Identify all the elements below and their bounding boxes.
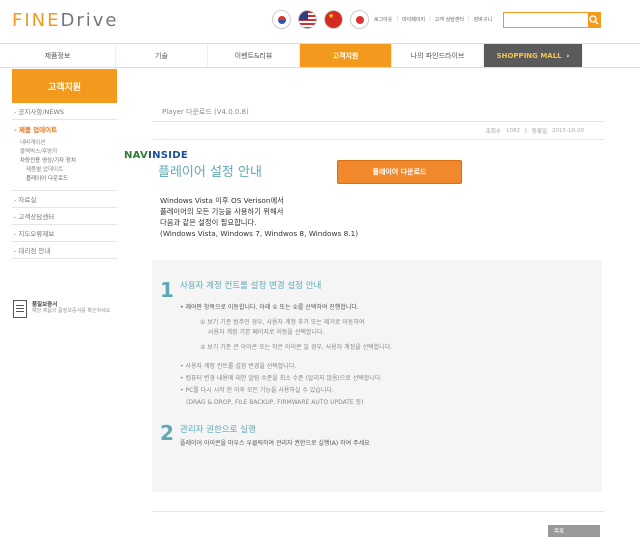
sidebar-sub-product-update[interactable]: 제품별 업데이트 xyxy=(12,166,117,175)
step2-line: 플레이어 아이콘을 마우스 우클릭하여 관리자 권한으로 실행(A) 하여 주세… xyxy=(180,440,370,447)
top-links: 로그아웃 | 마이페이지 | 고객 상담센터 | 장바구니 xyxy=(374,16,492,23)
shopping-mall-button[interactable]: SHOPPING MALL › xyxy=(484,44,583,67)
intro-line: 플레이어의 모든 기능을 사용하기 위해서 xyxy=(160,207,284,216)
intro-text: Windows Vista 이후 OS Verison에서 플레이어의 모든 기… xyxy=(160,195,358,239)
step1-line: • PC를 다시 시작 한 이후 모든 기능을 사용하실 수 있습니다. xyxy=(180,387,334,394)
divider: | xyxy=(429,16,431,22)
intro-line: Windows Vista 이후 OS Verison에서 xyxy=(160,196,284,205)
sidebar: - 공지사항/NEWS - 제품 업데이트 내비게이션 블랙박스/후방카 차량전… xyxy=(12,103,117,259)
sidebar-item-dealer[interactable]: - 대리점 안내 xyxy=(12,242,117,259)
post-title: Player 다운로드 (V4.0.0.8) xyxy=(152,102,604,122)
chevron-right-icon: › xyxy=(566,51,570,60)
korea-flag-icon[interactable] xyxy=(272,10,291,29)
sidebar-item-product-update[interactable]: - 제품 업데이트 xyxy=(12,120,117,137)
guide-title: 플레이어 설정 안내 xyxy=(158,165,262,180)
sidebar-sub-player-download[interactable]: 플레이어 다운로드 xyxy=(12,175,117,184)
nav-events-reviews[interactable]: 이벤트&리뷰 xyxy=(208,44,300,67)
step1-number: 1 xyxy=(160,278,174,302)
player-download-button[interactable]: 플레이어 다운로드 xyxy=(337,160,462,184)
nav-technology[interactable]: 기술 xyxy=(116,44,208,67)
sidebar-submenu: 내비게이션 블랙박스/후방카 차량전용 영상/기자 장치 제품별 업데이트 플레… xyxy=(12,137,117,191)
sidebar-sub-navigation[interactable]: 내비게이션 xyxy=(12,139,117,148)
sidebar-item-notice[interactable]: - 공지사항/NEWS xyxy=(12,103,117,120)
finedrive-logo[interactable]: FINEDrive xyxy=(12,10,119,31)
date-label: 등록일 xyxy=(531,128,548,135)
sidebar-title: 고객지원 xyxy=(12,69,117,103)
search-bar xyxy=(503,12,601,28)
step1-line: 사용자 계정 기본 페이지로 이동을 선택합니다. xyxy=(208,329,325,336)
usa-flag-icon[interactable] xyxy=(298,10,317,29)
nav-products[interactable]: 제품정보 xyxy=(0,44,116,67)
intro-line: 다음과 같은 설정이 필요합니다. xyxy=(160,218,257,227)
step1-line: (DRAG & DROP, FILE BACKUP, FIRMWARE AUTO… xyxy=(186,399,364,406)
language-flags xyxy=(272,10,369,29)
support-center-link[interactable]: 고객 상담센터 xyxy=(435,16,464,23)
warranty-link[interactable]: 품질보증서 해당 제품의 품질보증서를 확인하세요 xyxy=(13,300,118,318)
step2-number: 2 xyxy=(160,421,174,445)
divider xyxy=(152,511,604,512)
post-meta: 조회수 1082 | 등록일 2015-10-20 xyxy=(152,122,604,140)
divider: | xyxy=(396,16,399,22)
step1-line: • 사용자 계정 컨트롤 설정 변경을 선택합니다. xyxy=(180,363,297,370)
step1-line: ① 보기 기준 범주인 경우, 사용자 계정 추가 또는 제거로 이동하여 xyxy=(200,319,365,326)
logout-link[interactable]: 로그아웃 xyxy=(374,16,392,23)
sidebar-sub-blackbox[interactable]: 블랙박스/후방카 xyxy=(12,148,117,157)
sidebar-sub-vehicle-video[interactable]: 차량전용 영상/기자 장치 xyxy=(12,157,117,166)
views-label: 조회수 xyxy=(485,128,501,135)
views-count: 1082 xyxy=(505,127,520,134)
nav-customer-support[interactable]: 고객지원 xyxy=(300,44,392,67)
step1-line: • 제어판 항목으로 이동합니다. 아래 ① 또는 ②를 선택하여 진행합니다. xyxy=(180,304,359,311)
cart-link[interactable]: 장바구니 xyxy=(474,16,492,23)
navinside-logo: NAVINSIDE xyxy=(124,150,189,161)
step2-title: 관리자 권한으로 실행 xyxy=(180,425,256,435)
step1-line: ② 보기 기준 큰 아이콘 또는 작은 아이콘 일 경우, 사용자 계정을 선택… xyxy=(200,344,393,351)
japan-flag-icon[interactable] xyxy=(350,10,369,29)
sidebar-item-counsel-center[interactable]: - 고객상담센터 xyxy=(12,208,117,225)
nav-my-finedrive[interactable]: 나의 파인드라이브 xyxy=(392,44,484,67)
divider: | xyxy=(524,127,527,134)
warranty-desc: 해당 제품의 품질보증서를 확인하세요 xyxy=(32,308,111,314)
intro-line: (Windows Vista, Windows 7, Windwos 8, Wi… xyxy=(160,229,359,238)
main-nav: 제품정보 기술 이벤트&리뷰 고객지원 나의 파인드라이브 SHOPPING M… xyxy=(0,43,640,68)
shopping-mall-label: SHOPPING MALL xyxy=(496,51,562,60)
china-flag-icon[interactable] xyxy=(324,10,343,29)
divider: | xyxy=(468,16,470,22)
post-date: 2015-10-20 xyxy=(552,127,584,134)
step1-line: • 컴퓨터 변경 내용에 대한 알림 수준을 최소 수준 (알리지 않음)으로 … xyxy=(180,375,383,382)
step1-title: 사용자 계정 컨트롤 설정 변경 설정 안내 xyxy=(180,281,322,291)
document-icon xyxy=(13,300,27,318)
search-input[interactable] xyxy=(504,13,588,27)
sidebar-item-data-room[interactable]: - 자료실 xyxy=(12,191,117,208)
search-icon xyxy=(589,15,599,25)
search-button[interactable] xyxy=(588,13,600,27)
mypage-link[interactable]: 마이페이지 xyxy=(402,16,425,23)
warranty-title: 품질보증서 xyxy=(32,302,58,308)
sidebar-item-map-error[interactable]: - 지도오류제보 xyxy=(12,225,117,242)
instruction-box: 1 사용자 계정 컨트롤 설정 변경 설정 안내 • 제어판 항목으로 이동합니… xyxy=(152,260,602,492)
list-button[interactable]: 목록 xyxy=(548,525,600,537)
